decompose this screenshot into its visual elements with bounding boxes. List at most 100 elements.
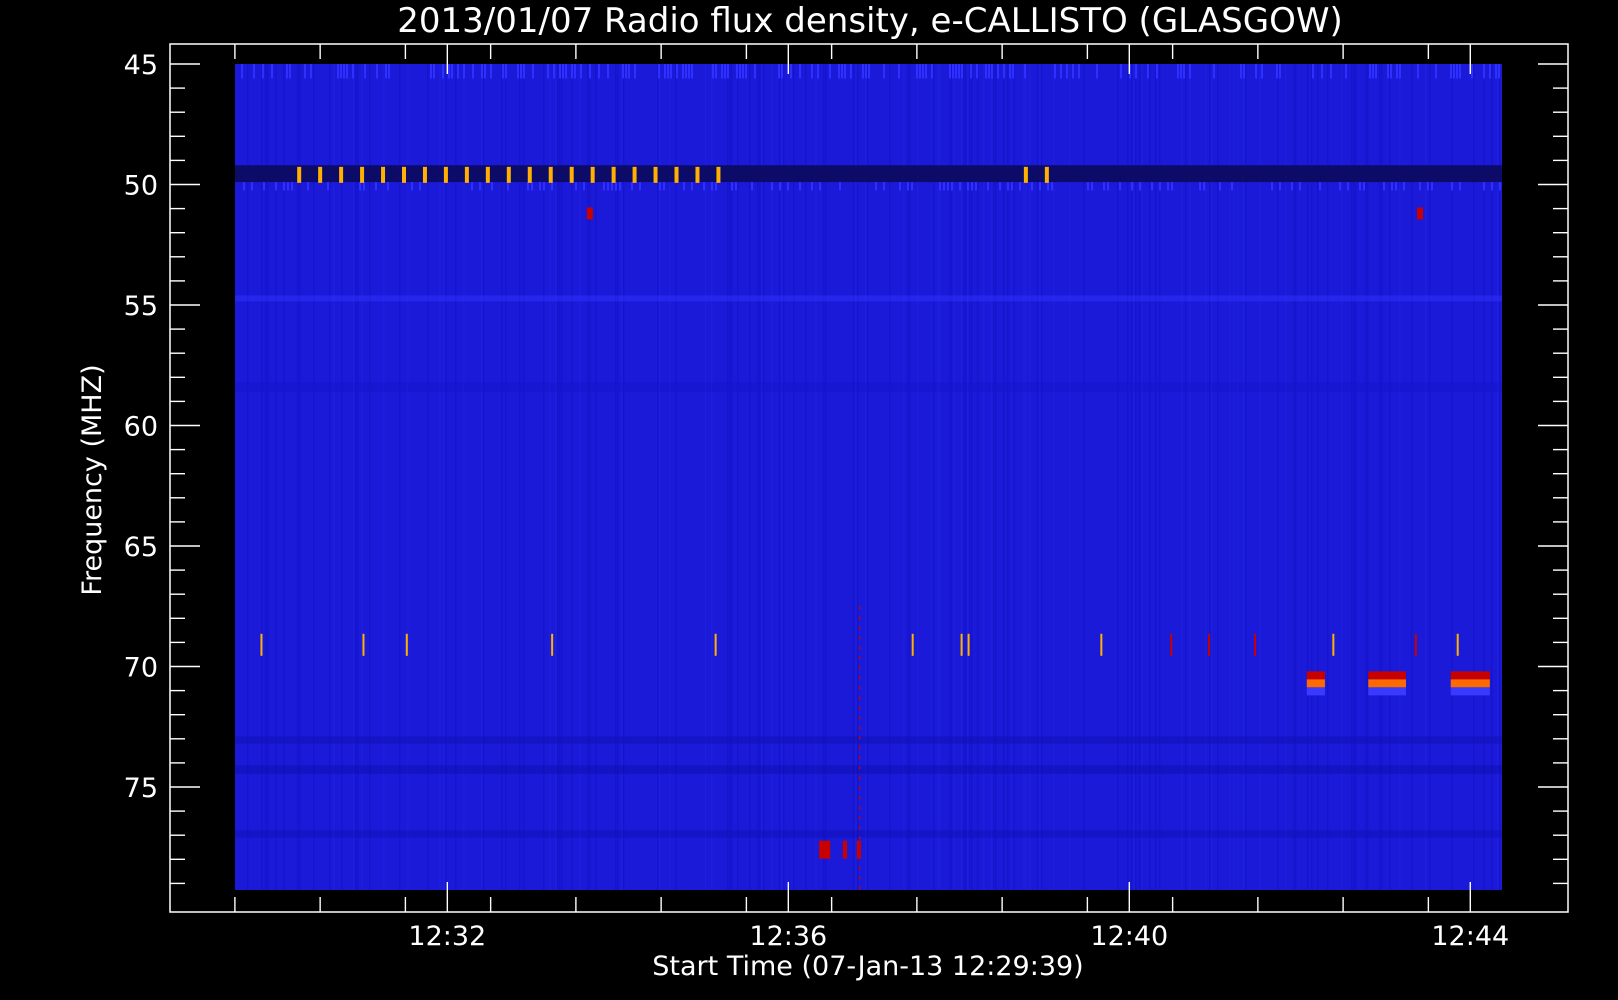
band-speck <box>1491 182 1493 191</box>
heatmap-speck <box>1456 64 1458 79</box>
heatmap-speck <box>1078 64 1080 79</box>
band-speck <box>387 182 389 191</box>
band-speck <box>419 182 421 191</box>
spike-mark <box>960 633 963 656</box>
chart-title: 2013/01/07 Radio flux density, e-CALLIST… <box>397 1 1342 41</box>
heatmap-speck <box>1066 64 1068 79</box>
heatmap-speck <box>625 64 627 79</box>
heatmap-speck <box>1399 64 1401 79</box>
heatmap-speck <box>667 64 669 79</box>
heatmap-speck <box>304 64 306 79</box>
band-speck <box>507 182 509 191</box>
spike-mark <box>1254 633 1257 656</box>
heatmap-speck <box>448 64 450 79</box>
heatmap-speck <box>664 64 666 79</box>
heatmap-speck <box>1276 64 1278 79</box>
heatmap-speck <box>1009 64 1011 79</box>
band-speck <box>551 182 553 191</box>
spike-mark <box>362 633 365 656</box>
pulse-mark <box>485 166 490 183</box>
band-speck <box>875 182 877 191</box>
x-axis-label: Start Time (07-Jan-13 12:29:39) <box>652 951 1083 982</box>
heatmap-speck <box>1147 64 1149 79</box>
pulse-mark <box>548 166 553 183</box>
heatmap-speck <box>598 64 600 79</box>
heatmap-speck <box>1072 64 1074 79</box>
band-speck <box>1019 182 1021 191</box>
heatmap-speck <box>712 64 714 79</box>
burst-block <box>842 840 848 859</box>
band-speck <box>943 182 945 191</box>
band-speck <box>1007 182 1009 191</box>
heatmap-speck <box>868 64 870 79</box>
heatmap-speck <box>589 64 591 79</box>
heatmap-speck <box>376 64 378 79</box>
heatmap-speck <box>1387 64 1389 79</box>
band-speck <box>703 182 705 191</box>
spike-mark <box>1414 633 1417 656</box>
heatmap-speck <box>799 64 801 79</box>
heatmap-speck <box>817 64 819 79</box>
heatmap-speck <box>1135 64 1137 79</box>
band-speck <box>819 182 821 191</box>
heatmap-speck <box>691 64 693 79</box>
heatmap-speck <box>262 64 264 79</box>
band-speck <box>363 182 365 191</box>
band-speck <box>1131 182 1133 191</box>
heatmap-speck <box>1372 64 1374 79</box>
band-speck <box>1119 182 1121 191</box>
heatmap-speck <box>988 64 990 79</box>
heatmap-speck <box>736 64 738 79</box>
band-speck <box>1231 182 1233 191</box>
band-speck <box>275 182 277 191</box>
spike-mark <box>967 633 970 656</box>
heatmap-speck <box>1003 64 1005 79</box>
heatmap-speck <box>1459 64 1461 79</box>
heatmap-speck <box>388 64 390 79</box>
heatmap-speck <box>490 64 492 79</box>
heatmap-speck <box>457 64 459 79</box>
heatmap-speck <box>1180 64 1182 79</box>
heatmap-speck <box>340 64 342 79</box>
band-speck <box>611 182 613 191</box>
heatmap-band <box>235 736 1502 744</box>
band-speck <box>359 182 361 191</box>
heatmap-speck <box>310 64 312 79</box>
band-speck <box>951 182 953 191</box>
spike-mark <box>551 633 554 656</box>
band-speck <box>711 182 713 191</box>
heatmap-speck <box>970 64 972 79</box>
heatmap-speck <box>574 64 576 79</box>
burst-edge <box>1306 671 1325 680</box>
band-speck <box>1359 182 1361 191</box>
pulse-mark <box>339 166 344 183</box>
band-speck <box>471 182 473 191</box>
heatmap-speck <box>1450 64 1452 79</box>
heatmap-speck <box>742 64 744 79</box>
band-speck <box>619 182 621 191</box>
heatmap-speck <box>286 64 288 79</box>
heatmap-speck <box>1495 64 1497 79</box>
heatmap-speck <box>1369 64 1371 79</box>
band-speck <box>631 182 633 191</box>
burst-halo <box>1450 687 1490 696</box>
x-tick-label: 12:44 <box>1431 921 1509 952</box>
band-speck <box>1103 182 1105 191</box>
heatmap-speck <box>241 64 243 79</box>
band-speck <box>1451 182 1453 191</box>
band-speck <box>1271 182 1273 191</box>
band-speck <box>1203 182 1205 191</box>
heatmap-speck <box>931 64 933 79</box>
pulse-mark <box>506 166 511 183</box>
pulse-mark <box>611 166 616 183</box>
band-speck <box>987 182 989 191</box>
heatmap-speck <box>841 64 843 79</box>
heatmap-speck <box>430 64 432 79</box>
y-tick-label: 70 <box>124 653 158 684</box>
heatmap-speck <box>781 64 783 79</box>
band-speck <box>1499 182 1501 191</box>
band-speck <box>1219 182 1221 191</box>
band-speck <box>959 182 961 191</box>
band-speck <box>1391 182 1393 191</box>
band-speck <box>971 182 973 191</box>
